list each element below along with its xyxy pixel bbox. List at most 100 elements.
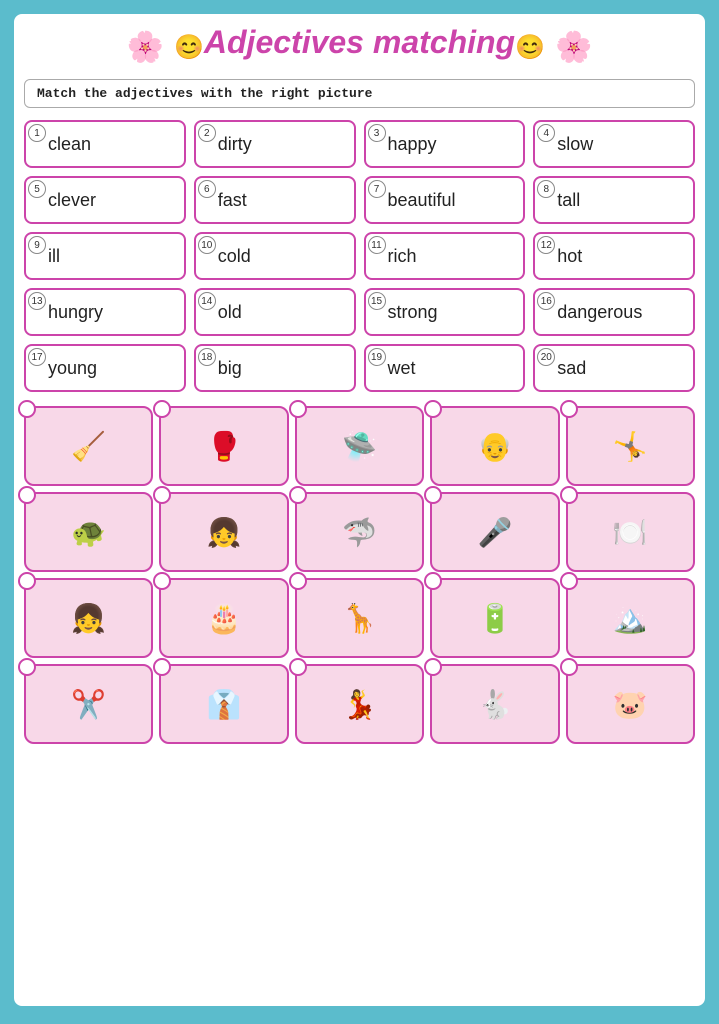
pic-emoji: 🦈: [342, 516, 377, 549]
adj-word: big: [218, 358, 242, 379]
pic-cell-19: 🐇: [430, 664, 559, 744]
pic-circle: [424, 400, 442, 418]
adj-cell-12: 12hot: [533, 232, 695, 280]
adj-word: happy: [388, 134, 437, 155]
pic-cell-8: 🦈: [295, 492, 424, 572]
pic-circle: [153, 658, 171, 676]
adj-word: clean: [48, 134, 91, 155]
pic-cell-12: 🎂: [159, 578, 288, 658]
adj-cell-19: 19wet: [364, 344, 526, 392]
pic-cell-15: 🏔️: [566, 578, 695, 658]
pic-circle: [289, 400, 307, 418]
adj-cell-9: 9ill: [24, 232, 186, 280]
adj-cell-14: 14old: [194, 288, 356, 336]
pic-cell-3: 🛸: [295, 406, 424, 486]
pic-cell-16: ✂️: [24, 664, 153, 744]
adj-cell-3: 3happy: [364, 120, 526, 168]
adj-cell-11: 11rich: [364, 232, 526, 280]
adj-word: wet: [388, 358, 416, 379]
adj-number: 5: [28, 180, 46, 198]
pic-circle: [153, 400, 171, 418]
pic-emoji: 🏔️: [613, 602, 648, 635]
adj-word: ill: [48, 246, 60, 267]
flower-left: 🌸: [127, 30, 164, 65]
adj-number: 18: [198, 348, 216, 366]
pic-circle: [424, 658, 442, 676]
adj-number: 8: [537, 180, 555, 198]
pic-circle: [560, 400, 578, 418]
adj-word: dangerous: [557, 302, 642, 323]
adj-cell-20: 20sad: [533, 344, 695, 392]
pic-circle: [153, 572, 171, 590]
title-row: 🌸 😊 Adjectives matching 😊 🌸: [24, 24, 695, 71]
adj-cell-10: 10cold: [194, 232, 356, 280]
pic-cell-6: 🐢: [24, 492, 153, 572]
pic-cell-14: 🔋: [430, 578, 559, 658]
pic-emoji: 🔋: [477, 602, 512, 635]
pic-emoji: 🐢: [71, 516, 106, 549]
adj-number: 2: [198, 124, 216, 142]
page-title: Adjectives matching: [204, 24, 515, 61]
pic-circle: [153, 486, 171, 504]
pic-emoji: 🛸: [342, 430, 377, 463]
adj-cell-4: 4slow: [533, 120, 695, 168]
instruction-text: Match the adjectives with the right pict…: [37, 86, 372, 101]
adjectives-grid: 1clean2dirty3happy4slow5clever6fast7beau…: [24, 120, 695, 392]
pic-emoji: 👔: [207, 688, 242, 721]
adj-number: 13: [28, 292, 46, 310]
adj-word: clever: [48, 190, 96, 211]
pic-circle: [18, 486, 36, 504]
adj-number: 19: [368, 348, 386, 366]
adj-word: dirty: [218, 134, 252, 155]
adj-word: hot: [557, 246, 582, 267]
smiley-left: 😊: [174, 33, 204, 62]
instruction-box: Match the adjectives with the right pict…: [24, 79, 695, 108]
pic-circle: [289, 658, 307, 676]
pic-circle: [560, 486, 578, 504]
adj-number: 10: [198, 236, 216, 254]
pic-cell-18: 💃: [295, 664, 424, 744]
main-container: 🌸 😊 Adjectives matching 😊 🌸 Match the ad…: [10, 10, 709, 1010]
smiley-right: 😊: [515, 33, 545, 62]
pic-cell-11: 👧: [24, 578, 153, 658]
pic-emoji: 🎂: [207, 602, 242, 635]
pic-emoji: 🧹: [71, 430, 106, 463]
pic-cell-20: 🐷: [566, 664, 695, 744]
pic-circle: [18, 400, 36, 418]
adj-cell-18: 18big: [194, 344, 356, 392]
pic-emoji: 🎤: [477, 516, 512, 549]
pic-emoji: 🦒: [342, 602, 377, 635]
adj-cell-17: 17young: [24, 344, 186, 392]
adj-word: strong: [388, 302, 438, 323]
pic-circle: [424, 572, 442, 590]
adj-number: 3: [368, 124, 386, 142]
pic-cell-10: 🍽️: [566, 492, 695, 572]
adj-number: 9: [28, 236, 46, 254]
pic-emoji: 🤸: [613, 430, 648, 463]
pic-circle: [560, 572, 578, 590]
pic-circle: [560, 658, 578, 676]
pic-circle: [18, 572, 36, 590]
pic-emoji: 🐇: [477, 688, 512, 721]
adj-number: 6: [198, 180, 216, 198]
adj-cell-8: 8tall: [533, 176, 695, 224]
adj-number: 15: [368, 292, 386, 310]
pic-circle: [289, 486, 307, 504]
adj-cell-6: 6fast: [194, 176, 356, 224]
pic-emoji: ✂️: [71, 688, 106, 721]
adj-number: 12: [537, 236, 555, 254]
pic-cell-17: 👔: [159, 664, 288, 744]
pic-cell-5: 🤸: [566, 406, 695, 486]
adj-cell-2: 2dirty: [194, 120, 356, 168]
adj-cell-7: 7beautiful: [364, 176, 526, 224]
adj-word: slow: [557, 134, 593, 155]
adj-cell-5: 5clever: [24, 176, 186, 224]
adj-number: 4: [537, 124, 555, 142]
pic-emoji: 🍽️: [613, 516, 648, 549]
pic-emoji: 👧: [207, 516, 242, 549]
pic-circle: [424, 486, 442, 504]
adj-cell-1: 1clean: [24, 120, 186, 168]
adj-number: 7: [368, 180, 386, 198]
pic-cell-1: 🧹: [24, 406, 153, 486]
adj-number: 17: [28, 348, 46, 366]
